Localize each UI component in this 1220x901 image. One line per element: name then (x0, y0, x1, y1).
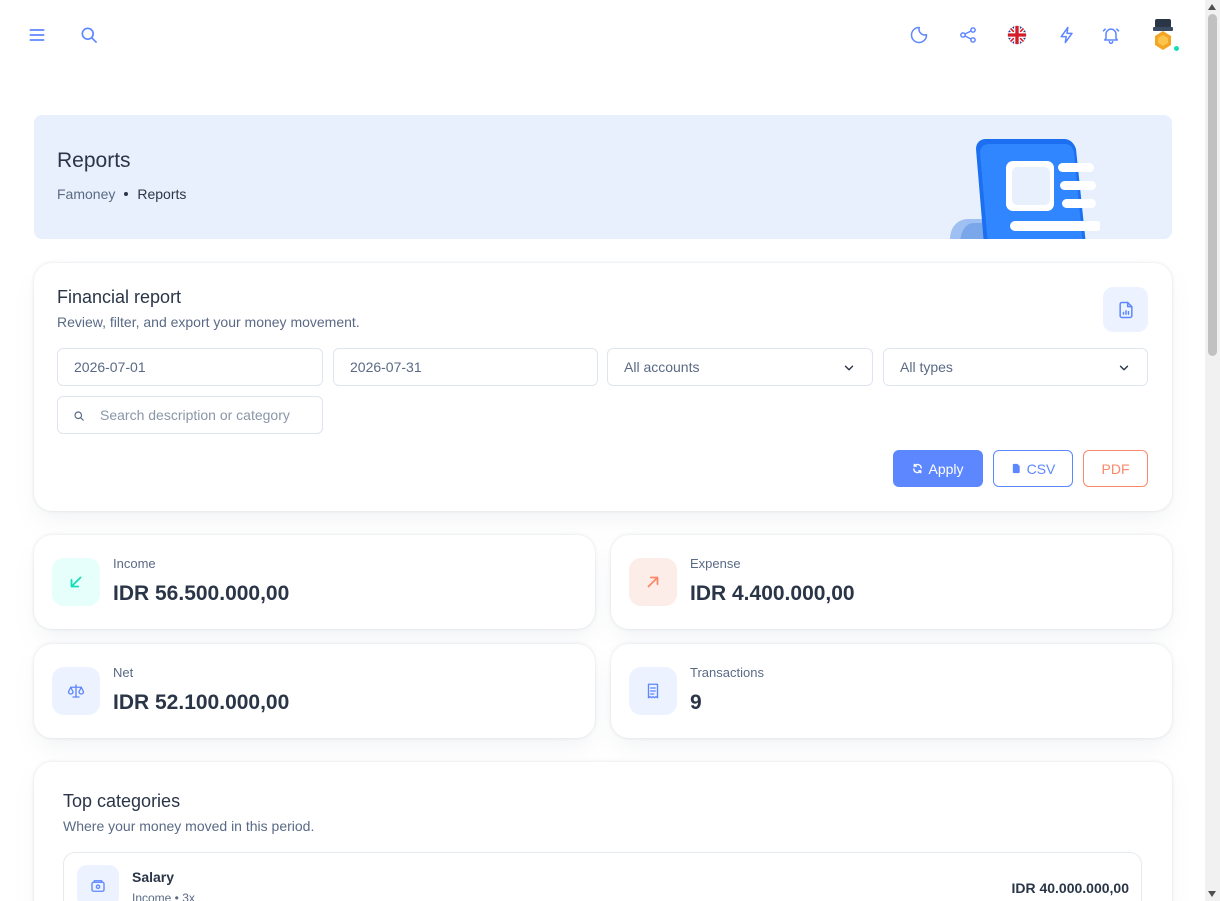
avatar[interactable] (1148, 16, 1182, 54)
report-document-illustration (950, 139, 1100, 239)
category-amount: IDR 40.000.000,00 (1011, 880, 1129, 896)
refresh-icon (913, 463, 923, 474)
search-placeholder: Search description or category (100, 407, 290, 423)
receipt-icon (629, 667, 677, 715)
top-navbar (0, 0, 1205, 70)
type-select[interactable]: All types (883, 348, 1148, 386)
page-scrollbar[interactable] (1205, 0, 1220, 901)
file-icon (1012, 463, 1020, 474)
bell-icon[interactable] (1096, 20, 1126, 50)
stat-value: 9 (690, 691, 702, 714)
chevron-down-icon (844, 365, 854, 371)
date-from-input[interactable]: 2026-07-01 (57, 348, 323, 386)
search-input[interactable]: Search description or category (57, 396, 323, 434)
share-icon[interactable] (953, 20, 983, 50)
menu-icon[interactable] (22, 20, 52, 50)
breadcrumb-home-link[interactable]: Famoney (57, 186, 115, 202)
wallet-icon (77, 865, 119, 901)
bolt-icon[interactable] (1052, 20, 1082, 50)
stat-value: IDR 56.500.000,00 (113, 582, 290, 605)
category-name: Salary (132, 869, 175, 885)
scroll-thumb[interactable] (1208, 14, 1217, 356)
csv-button[interactable]: CSV (993, 450, 1073, 487)
type-select-value: All types (900, 359, 953, 375)
scroll-down-arrow[interactable] (1208, 891, 1216, 897)
list-item[interactable]: Salary Income • 3x IDR 40.000.000,00 (63, 852, 1142, 901)
page-header-banner: Reports Famoney Reports (34, 115, 1172, 239)
account-select[interactable]: All accounts (607, 348, 873, 386)
top-categories-card: Top categories Where your money moved in… (34, 762, 1172, 901)
apply-label: Apply (928, 460, 964, 477)
breadcrumb-current: Reports (137, 186, 187, 202)
financial-report-card: Financial report Review, filter, and exp… (34, 263, 1172, 511)
transactions-stat-card: Transactions 9 (611, 644, 1172, 738)
pdf-label: PDF (1101, 460, 1130, 477)
breadcrumb: Famoney Reports (57, 186, 186, 202)
stat-label: Transactions (690, 665, 764, 680)
stat-label: Income (113, 556, 156, 571)
arrow-down-left-icon (52, 558, 100, 606)
online-status-dot (1173, 45, 1180, 52)
scale-icon (52, 667, 100, 715)
stat-value: IDR 4.400.000,00 (690, 582, 855, 605)
export-report-button[interactable] (1103, 287, 1148, 332)
scroll-up-arrow[interactable] (1208, 4, 1216, 10)
report-subtitle: Review, filter, and export your money mo… (57, 314, 360, 330)
category-meta: Income • 3x (132, 891, 195, 901)
search-icon[interactable] (74, 20, 104, 50)
search-icon (74, 411, 84, 421)
apply-button[interactable]: Apply (893, 450, 983, 487)
file-chart-icon (1118, 301, 1133, 318)
net-stat-card: Net IDR 52.100.000,00 (34, 644, 595, 738)
arrow-up-right-icon (629, 558, 677, 606)
pdf-button[interactable]: PDF (1083, 450, 1148, 487)
date-to-input[interactable]: 2026-07-31 (333, 348, 598, 386)
uk-flag-icon[interactable] (1002, 20, 1032, 50)
account-select-value: All accounts (624, 359, 700, 375)
csv-label: CSV (1026, 460, 1056, 477)
stat-value: IDR 52.100.000,00 (113, 691, 290, 714)
page-title: Reports (57, 149, 131, 172)
stat-label: Expense (690, 556, 741, 571)
expense-stat-card: Expense IDR 4.400.000,00 (611, 535, 1172, 629)
categories-title: Top categories (63, 791, 181, 811)
moon-icon[interactable] (904, 20, 934, 50)
stat-label: Net (113, 665, 134, 680)
chevron-down-icon (1119, 365, 1129, 371)
breadcrumb-separator (124, 192, 129, 196)
income-stat-card: Income IDR 56.500.000,00 (34, 535, 595, 629)
report-title: Financial report (57, 287, 182, 307)
categories-subtitle: Where your money moved in this period. (63, 818, 315, 834)
